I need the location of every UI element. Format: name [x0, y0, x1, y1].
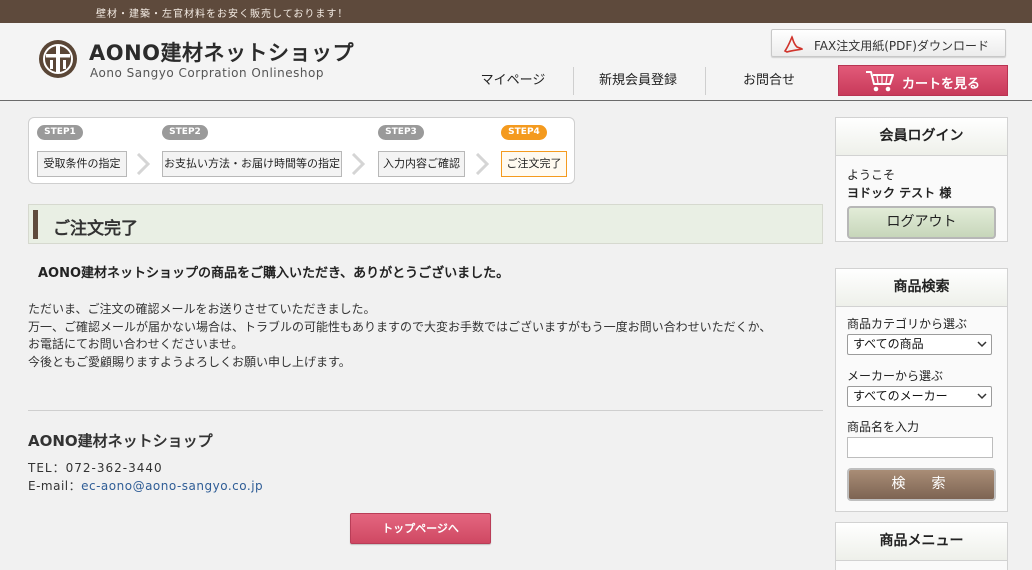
confirmation-line: ただいま、ご注文の確認メールをお送りさせていただきました。	[28, 302, 376, 316]
confirmation-text: ただいま、ご注文の確認メールをお送りさせていただきました。 万一、ご確認メールが…	[28, 301, 823, 371]
category-select-value: すべての商品	[853, 337, 924, 351]
maker-select-value: すべてのメーカー	[853, 389, 948, 403]
page-title-box: ご注文完了	[28, 204, 823, 244]
site-header: AONO建材ネットショップ Aono Sangyo Corpration Onl…	[0, 23, 1032, 101]
product-search-title: 商品検索	[836, 269, 1007, 307]
back-to-top-page-button[interactable]: トップページへ	[350, 513, 491, 544]
product-name-label: 商品名を入力	[847, 420, 920, 434]
member-login-title: 会員ログイン	[836, 118, 1007, 156]
title-accent-bar	[33, 210, 38, 239]
maker-label: メーカーから選ぶ	[847, 369, 944, 383]
logout-button[interactable]: ログアウト	[847, 206, 996, 239]
chevron-down-icon	[977, 341, 987, 348]
nav-contact[interactable]: お問合せ	[719, 67, 819, 95]
shop-subtitle: Aono Sangyo Corpration Onlineshop	[90, 66, 324, 80]
thanks-message: AONO建材ネットショップの商品をご購入いただき、ありがとうございました。	[38, 266, 510, 281]
step-badge: STEP2	[162, 125, 208, 140]
product-menu-title: 商品メニュー	[836, 523, 1007, 561]
user-name: ヨドック テスト 様	[847, 186, 952, 200]
cart-icon	[866, 71, 894, 92]
confirmation-line: お電話にてお問い合わせくださいませ。	[28, 337, 244, 351]
email-link[interactable]: ec-aono@aono-sangyo.co.jp	[81, 479, 263, 493]
email-label: E-mail：	[28, 479, 82, 493]
email-row: E-mail：ec-aono@aono-sangyo.co.jp	[28, 477, 263, 494]
member-login-box: 会員ログイン ようこそ ヨドック テスト 様 ログアウト	[835, 117, 1008, 242]
fax-form-download-label: FAX注文用紙(PDF)ダウンロード	[814, 39, 989, 53]
top-bar: 壁材・建築・左官材料をお安く販売しております！	[0, 0, 1032, 23]
product-search-box: 商品検索 商品カテゴリから選ぶ すべての商品 メーカーから選ぶ すべてのメーカー…	[835, 268, 1008, 512]
welcome-text: ようこそ	[847, 168, 896, 182]
search-button[interactable]: 検 索	[847, 468, 996, 501]
category-select[interactable]: すべての商品	[847, 334, 992, 355]
step-arrow-icon	[351, 153, 365, 175]
tagline: 壁材・建築・左官材料をお安く販売しております！	[96, 9, 349, 20]
fax-form-download-button[interactable]: FAX注文用紙(PDF)ダウンロード	[771, 29, 1006, 57]
view-cart-label: カートを見る	[902, 77, 981, 92]
content-divider	[28, 410, 823, 411]
nav-mypage[interactable]: マイページ	[466, 67, 560, 95]
chevron-down-icon	[977, 393, 987, 400]
step-arrow-icon	[475, 153, 489, 175]
page-title: ご注文完了	[53, 219, 138, 239]
nav-separator	[573, 67, 574, 95]
confirmation-line: 今後ともご愛顧賜りますようよろしくお願い申し上げます。	[28, 354, 351, 369]
step-arrow-icon	[136, 153, 150, 175]
confirmation-line: 万一、ご確認メールが届かない場合は、トラブルの可能性もありますので大変お手数では…	[28, 319, 772, 334]
shop-name[interactable]: AONO建材ネットショップ	[89, 37, 354, 67]
nav-separator	[705, 67, 706, 95]
pdf-icon	[783, 35, 803, 53]
view-cart-button[interactable]: カートを見る	[838, 65, 1008, 96]
order-steps: STEP1 受取条件の指定 STEP2 お支払い方法・お届け時間等の指定 STE…	[28, 117, 575, 184]
step-label: 受取条件の指定	[37, 151, 127, 177]
step-badge: STEP1	[37, 125, 83, 140]
footer-shop-name: AONO建材ネットショップ	[28, 432, 213, 450]
nav-register[interactable]: 新規会員登録	[584, 67, 692, 95]
phone-number: TEL：072-362-3440	[28, 461, 163, 475]
category-label: 商品カテゴリから選ぶ	[847, 317, 968, 331]
product-name-input[interactable]	[847, 437, 993, 458]
maker-select[interactable]: すべてのメーカー	[847, 386, 992, 407]
step-label-active: ご注文完了	[501, 151, 567, 177]
step-badge-active: STEP4	[501, 125, 547, 140]
step-label: お支払い方法・お届け時間等の指定	[162, 151, 342, 177]
shop-logo-icon[interactable]	[38, 39, 78, 79]
step-label: 入力内容ご確認	[378, 151, 465, 177]
step-badge: STEP3	[378, 125, 424, 140]
product-menu-box: 商品メニュー	[835, 522, 1008, 570]
